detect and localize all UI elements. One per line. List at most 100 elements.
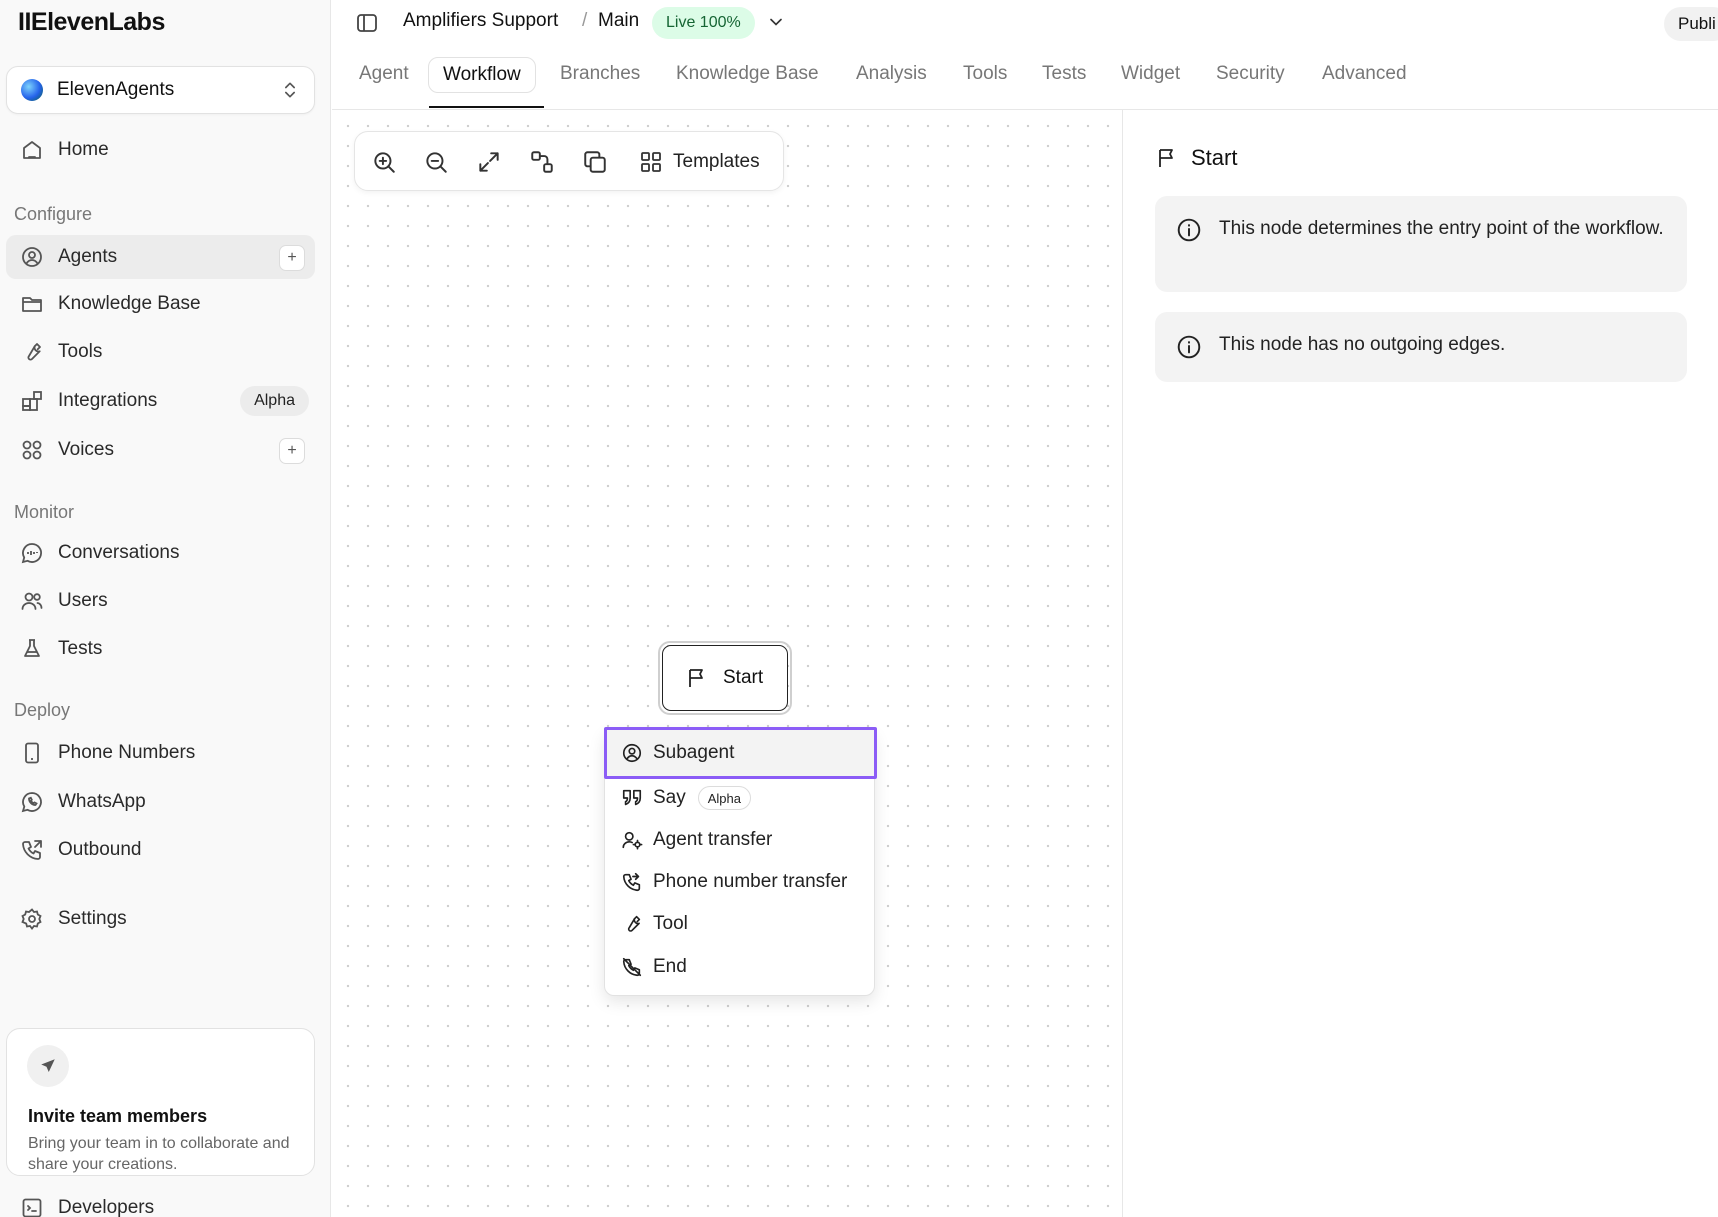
sidebar-item-phone-numbers[interactable]: Phone Numbers (6, 731, 315, 775)
grid-icon (641, 152, 661, 172)
tab-bar: Agent Workflow Branches Knowledge Base A… (332, 52, 1718, 110)
sidebar-item-label: Conversations (58, 542, 180, 563)
sidebar-item-label: Outbound (58, 839, 142, 860)
add-agent-button[interactable]: + (279, 245, 305, 271)
sidebar-item-label: Home (58, 139, 109, 160)
sidebar-item-label: Phone Numbers (58, 742, 196, 763)
whatsapp-icon (21, 792, 42, 813)
sidebar-item-label: Settings (58, 908, 127, 929)
send-icon (27, 1045, 69, 1087)
sidebar-item-tests[interactable]: Tests (6, 627, 315, 671)
agent-transfer-icon (622, 831, 643, 850)
breadcrumb-agent[interactable]: Amplifiers Support (403, 10, 558, 32)
tab-widget[interactable]: Widget (1121, 56, 1180, 92)
sidebar-item-label: Tests (58, 638, 103, 659)
start-node-label: Start (723, 667, 764, 688)
copy-icon[interactable] (582, 149, 608, 175)
breadcrumb-separator: / (582, 10, 588, 31)
sidebar-item-label: Developers (58, 1197, 155, 1217)
wrench-icon (627, 915, 641, 932)
sidebar-toggle-icon[interactable] (355, 11, 379, 35)
tab-tools[interactable]: Tools (963, 56, 1007, 92)
menu-item-label: Tool (653, 913, 688, 934)
info-entry-point: This node determines the entry point of … (1155, 196, 1687, 292)
sidebar-item-integrations[interactable]: Integrations Alpha (6, 379, 315, 423)
outbound-call-icon (22, 840, 42, 860)
invite-description: Bring your team in to collaborate and sh… (28, 1135, 290, 1173)
subagent-icon (622, 743, 642, 763)
sidebar-item-label: Tools (58, 341, 103, 362)
sidebar-item-users[interactable]: Users (6, 579, 315, 623)
menu-item-say[interactable]: Say Alpha (605, 778, 876, 818)
sidebar-item-label: Knowledge Base (58, 293, 201, 314)
tab-tests[interactable]: Tests (1042, 56, 1086, 92)
sidebar-item-knowledge-base[interactable]: Knowledge Base (6, 282, 315, 326)
menu-item-tool[interactable]: Tool (605, 904, 876, 944)
end-call-icon (622, 957, 642, 977)
canvas-toolbar: Templates (354, 131, 784, 191)
sidebar-item-label: WhatsApp (58, 791, 146, 812)
live-status-badge: Live 100% (652, 7, 755, 39)
sidebar-item-conversations[interactable]: Conversations (6, 531, 315, 575)
zoom-out-icon[interactable] (423, 149, 449, 175)
zoom-in-icon[interactable] (371, 149, 397, 175)
voices-icon (22, 440, 42, 460)
invite-title: Invite team members (28, 1106, 208, 1126)
phone-device-icon (25, 742, 39, 764)
menu-item-subagent[interactable]: Subagent (604, 727, 877, 779)
section-label-configure: Configure (14, 204, 93, 224)
auto-layout-icon[interactable] (529, 149, 555, 175)
sidebar-item-settings[interactable]: Settings (6, 897, 315, 941)
tab-advanced[interactable]: Advanced (1322, 56, 1407, 92)
agent-icon (22, 247, 42, 267)
sidebar-item-developers[interactable]: Developers (6, 1186, 315, 1217)
templates-button[interactable]: Templates (639, 146, 760, 178)
info-text: This node determines the entry point of … (1219, 218, 1664, 239)
menu-item-phone-number-transfer[interactable]: Phone number transfer (605, 862, 876, 902)
elevenlabs-logo[interactable]: IIElevenLabs (18, 8, 165, 37)
tab-security[interactable]: Security (1216, 56, 1285, 92)
chevron-down-icon[interactable] (766, 12, 786, 32)
publish-button[interactable]: Publi (1664, 7, 1718, 41)
sidebar-item-whatsapp[interactable]: WhatsApp (6, 780, 315, 824)
sidebar-item-voices[interactable]: Voices + (6, 428, 315, 472)
info-no-edges: This node has no outgoing edges. (1155, 312, 1687, 382)
menu-item-label: Phone number transfer (653, 871, 848, 892)
menu-item-end[interactable]: End (605, 947, 876, 987)
tab-workflow[interactable]: Workflow (428, 57, 536, 93)
tab-branches[interactable]: Branches (560, 56, 640, 92)
sidebar-item-label: Users (58, 590, 108, 611)
menu-item-label: End (653, 956, 687, 977)
sidebar-item-outbound[interactable]: Outbound (6, 828, 315, 872)
info-icon (1177, 335, 1201, 359)
panel-title: Start (1155, 145, 1237, 171)
chevron-up-down-icon (285, 82, 295, 98)
tab-knowledge-base[interactable]: Knowledge Base (676, 56, 819, 92)
alpha-badge: Alpha (240, 386, 309, 416)
menu-item-label: Agent transfer (653, 829, 773, 850)
active-tab-indicator (429, 106, 544, 108)
workspace-switcher[interactable]: ElevenAgents (6, 66, 315, 114)
breadcrumb-branch[interactable]: Main (598, 10, 639, 32)
flask-icon (24, 639, 40, 657)
fit-view-icon[interactable] (476, 149, 502, 175)
sidebar-item-agents[interactable]: Agents + (6, 235, 315, 279)
menu-item-agent-transfer[interactable]: Agent transfer (605, 820, 876, 860)
invite-team-card[interactable]: Invite team members Bring your team in t… (6, 1028, 315, 1176)
sidebar-item-home[interactable]: Home (6, 128, 315, 172)
menu-item-label: Subagent (653, 742, 735, 763)
info-icon (1177, 218, 1201, 242)
flag-icon (1159, 149, 1173, 167)
tab-agent[interactable]: Agent (359, 56, 409, 92)
add-node-menu: Subagent Say Alpha Agent transfer Phone … (604, 727, 877, 996)
add-voice-button[interactable]: + (279, 438, 305, 464)
panel-title-text: Start (1191, 145, 1238, 170)
sidebar-item-label: Voices (58, 439, 114, 460)
templates-label: Templates (673, 151, 760, 172)
quote-icon (622, 789, 642, 806)
chat-icon (21, 543, 42, 564)
sidebar-item-tools[interactable]: Tools (6, 330, 315, 374)
sidebar-item-label: Agents (58, 246, 118, 267)
start-node[interactable]: Start (658, 641, 792, 715)
tab-analysis[interactable]: Analysis (856, 56, 927, 92)
